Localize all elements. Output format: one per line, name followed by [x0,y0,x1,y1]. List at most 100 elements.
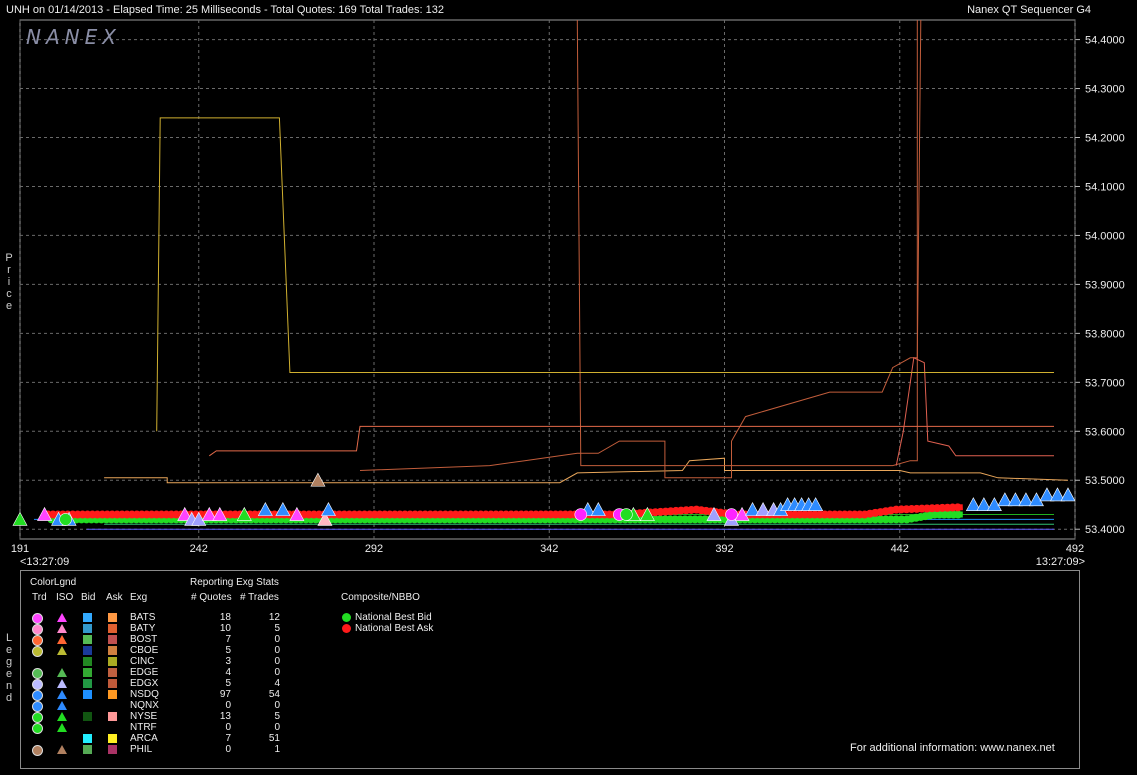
legend-quotes-header: # Quotes [191,592,232,603]
legend-trade-count: 12 [268,612,280,623]
legend-ask-swatch [108,646,117,655]
trade-circle-marker [574,508,588,521]
legend-quote-count: 7 [225,634,231,645]
legend-trade-circle [32,646,43,657]
legend-ask-swatch [108,712,117,721]
x-tick-label: 492 [1066,543,1084,555]
legend-bid-swatch [83,690,92,699]
x-tick-label: 342 [540,543,558,555]
y-tick-label: 53.8000 [1085,328,1125,340]
legend-quote-count: 7 [225,733,231,744]
legend-side-title: Legend [5,632,13,704]
legend-quote-count: 10 [219,623,231,634]
legend-iso-triangle [57,701,67,710]
legend-trade-count: 0 [274,722,280,733]
legend-quote-count: 5 [225,645,231,656]
legend-trade-count: 0 [274,634,280,645]
legend-iso-triangle [57,745,67,754]
legend-ask-swatch [108,624,117,633]
legend-iso-triangle [57,635,67,644]
legend-composite-label: National Best Ask [355,623,434,634]
legend-col-header-trd: Trd [32,592,47,603]
legend-quote-count: 4 [225,667,231,678]
legend-trade-count: 51 [268,733,280,744]
legend-quote-count: 3 [225,656,231,667]
legend-ask-swatch [108,734,117,743]
x-start-time: <13:27:09 [20,556,69,568]
legend-iso-triangle [57,613,67,622]
legend-exchange-name: CBOE [130,645,159,656]
legend-iso-triangle [57,690,67,699]
legend-exchange-name: BOST [130,634,158,645]
legend-exchange-name: NTRF [130,722,157,733]
legend-exchange-name: NQNX [130,700,159,711]
price-axis-title: Price [5,252,13,312]
legend-exchange-name: NYSE [130,711,158,722]
legend-col-header-iso: ISO [56,592,74,603]
legend-trade-count: 54 [268,689,280,700]
legend-trade-circle [32,635,43,646]
legend-trade-count: 0 [274,700,280,711]
legend-bid-swatch [83,646,92,655]
legend-bid-swatch [83,734,92,743]
legend-bid-swatch [83,635,92,644]
legend-ask-swatch [108,690,117,699]
y-tick-label: 53.7000 [1085,377,1125,389]
legend-composite-label: National Best Bid [355,612,432,623]
legend-iso-triangle [57,624,67,633]
legend-col-header-bid: Bid [81,592,96,603]
legend-composite-title: Composite/NBBO [341,592,420,603]
legend-ask-swatch [108,657,117,666]
legend-trade-circle [32,745,43,756]
legend-bid-swatch [83,657,92,666]
legend-iso-triangle [57,646,67,655]
y-tick-label: 54.0000 [1085,230,1125,242]
legend-trade-count: 5 [274,623,280,634]
legend-trade-count: 0 [274,645,280,656]
legend-trades-header: # Trades [240,592,279,603]
y-tick-label: 53.6000 [1085,426,1125,438]
legend-bid-swatch [83,668,92,677]
legend-iso-triangle [57,668,67,677]
legend-iso-triangle [57,712,67,721]
trade-circle-marker [59,513,72,526]
nbb-marker [954,510,963,519]
y-tick-label: 53.9000 [1085,279,1125,291]
legend-bid-swatch [83,745,92,754]
legend-quote-count: 0 [225,744,231,755]
legend-ask-swatch [108,635,117,644]
legend-exchange-name: PHIL [130,744,153,755]
legend-exchange-name: EDGX [130,678,159,689]
legend-iso-triangle [57,723,67,732]
legend-iso-triangle [57,679,67,688]
legend-composite-marker [342,613,351,622]
legend-trade-circle [32,723,43,734]
y-tick-label: 54.1000 [1085,181,1125,193]
legend-bid-swatch [83,712,92,721]
legend-colorlgnd-title: ColorLgnd [30,577,77,588]
legend-footer: For additional information: www.nanex.ne… [850,742,1055,754]
legend-exchange-name: NSDQ [130,689,159,700]
legend-trade-circle [32,701,43,712]
legend-trade-circle [32,712,43,723]
legend-exchange-name: BATS [130,612,156,623]
legend-quote-count: 97 [219,689,231,700]
legend-quote-count: 13 [219,711,231,722]
legend-trade-count: 5 [274,711,280,722]
x-tick-label: 392 [715,543,733,555]
legend-col-header-exg: Exg [130,592,148,603]
legend-trade-count: 0 [274,667,280,678]
legend-composite-marker [342,624,351,633]
nbo-marker [953,503,962,512]
x-tick-label: 191 [11,543,29,555]
legend-quote-count: 0 [225,700,231,711]
legend-trade-circle [32,613,43,624]
x-tick-label: 242 [190,543,208,555]
legend-trade-count: 4 [274,678,280,689]
legend-trade-count: 1 [274,744,280,755]
legend-trade-circle [32,679,43,690]
price-chart[interactable]: 53.4000 53.5000 53.6000 53.7000 53.8000 53.90… [0,0,1137,570]
legend-quote-count: 5 [225,678,231,689]
legend-trade-circle [32,690,43,701]
y-tick-label: 54.3000 [1085,84,1125,96]
